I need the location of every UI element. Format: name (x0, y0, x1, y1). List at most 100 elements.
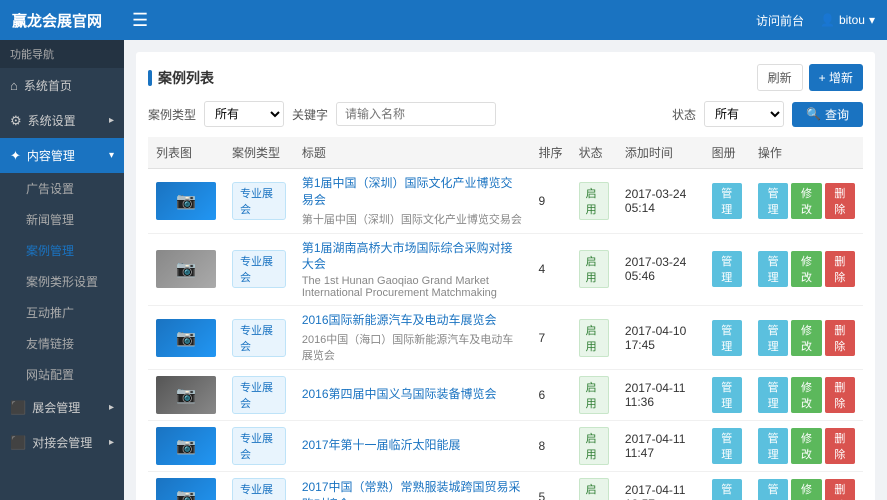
username: bitou (839, 13, 865, 27)
cell-status: 启用 (571, 169, 617, 234)
manage-album-button[interactable]: 管理 (712, 320, 742, 356)
sidebar-item-reception[interactable]: ⬛ 对接会管理 ▸ (0, 425, 124, 460)
website-label: 网站配置 (26, 366, 74, 383)
status-badge: 启用 (579, 427, 609, 465)
visit-frontend-btn[interactable]: 访问前台 (756, 12, 804, 29)
keyword-filter-input[interactable] (336, 102, 496, 126)
sidebar-item-settings[interactable]: ⚙ 系统设置 ▸ (0, 103, 124, 138)
keyword-filter-label: 关键字 (292, 106, 328, 123)
table-row: 📷专业展会2017年第十一届临沂太阳能展8启用2017-04-11 11:47管… (148, 420, 863, 471)
cell-album: 管理 (704, 369, 750, 420)
case-title-link[interactable]: 第1届中国（深圳）国际文化产业博览交易会 (302, 175, 523, 209)
edit-button[interactable]: 修改 (791, 428, 821, 464)
manage-album-button[interactable]: 管理 (712, 428, 742, 464)
cell-thumb: 📷 (148, 420, 224, 471)
type-badge: 专业展会 (232, 250, 286, 288)
sidebar-item-content[interactable]: ✦ 内容管理 ▾ (0, 138, 124, 173)
user-icon: 👤 (820, 13, 835, 27)
manage-button[interactable]: 管理 (758, 479, 788, 500)
sidebar-item-ads[interactable]: 广告设置 (0, 173, 124, 204)
case-table: 列表图 案例类型 标题 排序 状态 添加时间 图册 操作 📷专业展会第1届中国（… (148, 137, 863, 500)
case-title-link[interactable]: 2017中国（常熟）常熟服装城跨国贸易采购对接会 (302, 479, 523, 500)
sidebar-item-interactive[interactable]: 互动推广 (0, 297, 124, 328)
manage-album-button[interactable]: 管理 (712, 251, 742, 287)
manage-album-button[interactable]: 管理 (712, 183, 742, 219)
edit-button[interactable]: 修改 (791, 251, 821, 287)
status-filter-select[interactable]: 所有 (704, 101, 784, 127)
cell-actions: 管理 修改 删除 (750, 233, 863, 306)
hamburger-icon[interactable]: ☰ (132, 10, 148, 31)
delete-button[interactable]: 删除 (825, 428, 855, 464)
search-button[interactable]: 🔍 查询 (792, 102, 863, 127)
status-badge: 启用 (579, 376, 609, 414)
cell-time: 2017-04-10 17:45 (617, 306, 704, 370)
cell-type: 专业展会 (224, 306, 294, 370)
action-buttons: 管理 修改 删除 (758, 320, 855, 356)
delete-button[interactable]: 删除 (825, 320, 855, 356)
manage-button[interactable]: 管理 (758, 377, 788, 413)
cell-thumb: 📷 (148, 233, 224, 306)
topbar-actions: 访问前台 👤 bitou ▾ (756, 12, 875, 29)
reception-icon: ⬛ (10, 435, 26, 451)
delete-button[interactable]: 删除 (825, 183, 855, 219)
sidebar-item-label: 对接会管理 (32, 434, 92, 451)
chevron-down-icon: ▾ (869, 13, 875, 27)
case-title-link[interactable]: 2017年第十一届临沂太阳能展 (302, 437, 523, 454)
cell-status: 启用 (571, 306, 617, 370)
edit-button[interactable]: 修改 (791, 320, 821, 356)
cell-status: 启用 (571, 233, 617, 306)
delete-button[interactable]: 删除 (825, 377, 855, 413)
new-button[interactable]: + 增新 (809, 64, 863, 91)
type-filter-select[interactable]: 所有 (204, 101, 284, 127)
manage-button[interactable]: 管理 (758, 251, 788, 287)
ads-label: 广告设置 (26, 180, 74, 197)
refresh-button[interactable]: 刷新 (757, 64, 803, 91)
topbar: 赢龙会展官网 ☰ 访问前台 👤 bitou ▾ (0, 0, 887, 40)
user-menu[interactable]: 👤 bitou ▾ (820, 13, 875, 27)
manage-button[interactable]: 管理 (758, 320, 788, 356)
manage-button[interactable]: 管理 (758, 428, 788, 464)
type-badge: 专业展会 (232, 427, 286, 465)
case-types-label: 案例类形设置 (26, 273, 98, 290)
interactive-label: 互动推广 (26, 304, 74, 321)
chevron-down-icon: ▾ (109, 150, 114, 161)
friends-label: 友情链接 (26, 335, 74, 352)
edit-button[interactable]: 修改 (791, 183, 821, 219)
sidebar-item-expo[interactable]: ⬛ 展会管理 ▸ (0, 390, 124, 425)
card-title: 案例列表 (148, 68, 214, 88)
title-bar-accent (148, 70, 152, 86)
sidebar-item-label: 展会管理 (32, 399, 80, 416)
thumbnail: 📷 (156, 182, 216, 220)
main-content: 案例列表 刷新 + 增新 案例类型 所有 关键字 状态 所有 (124, 40, 887, 500)
expo-icon: ⬛ (10, 400, 26, 416)
cell-thumb: 📷 (148, 369, 224, 420)
sidebar-item-news[interactable]: 新闻管理 (0, 204, 124, 235)
cell-sort: 4 (531, 233, 571, 306)
case-title-link[interactable]: 2016国际新能源汽车及电动车展览会 (302, 312, 523, 329)
sidebar-section-title: 功能导航 (0, 40, 124, 68)
sidebar-item-friends[interactable]: 友情链接 (0, 328, 124, 359)
sidebar-item-home[interactable]: ⌂ 系统首页 (0, 68, 124, 103)
cell-thumb: 📷 (148, 471, 224, 500)
sidebar-item-cases[interactable]: 案例管理 (0, 235, 124, 266)
sidebar-item-website[interactable]: 网站配置 (0, 359, 124, 390)
card-actions: 刷新 + 增新 (757, 64, 863, 91)
edit-button[interactable]: 修改 (791, 377, 821, 413)
sidebar-item-case-types[interactable]: 案例类形设置 (0, 266, 124, 297)
delete-button[interactable]: 删除 (825, 251, 855, 287)
delete-button[interactable]: 删除 (825, 479, 855, 500)
edit-button[interactable]: 修改 (791, 479, 821, 500)
case-title-link[interactable]: 第1届湖南高桥大市场国际综合采购对接大会 (302, 240, 523, 274)
settings-icon: ⚙ (10, 113, 22, 129)
table-row: 📷专业展会第1届湖南高桥大市场国际综合采购对接大会The 1st Hunan G… (148, 233, 863, 306)
thumbnail: 📷 (156, 319, 216, 357)
content-icon: ✦ (10, 148, 21, 164)
cell-time: 2017-03-24 05:14 (617, 169, 704, 234)
case-title-link[interactable]: 2016第四届中国义乌国际装备博览会 (302, 386, 523, 403)
cases-label: 案例管理 (26, 242, 74, 259)
manage-button[interactable]: 管理 (758, 183, 788, 219)
action-buttons: 管理 修改 删除 (758, 479, 855, 500)
cell-title: 2017年第十一届临沂太阳能展 (294, 420, 531, 471)
manage-album-button[interactable]: 管理 (712, 479, 742, 500)
manage-album-button[interactable]: 管理 (712, 377, 742, 413)
